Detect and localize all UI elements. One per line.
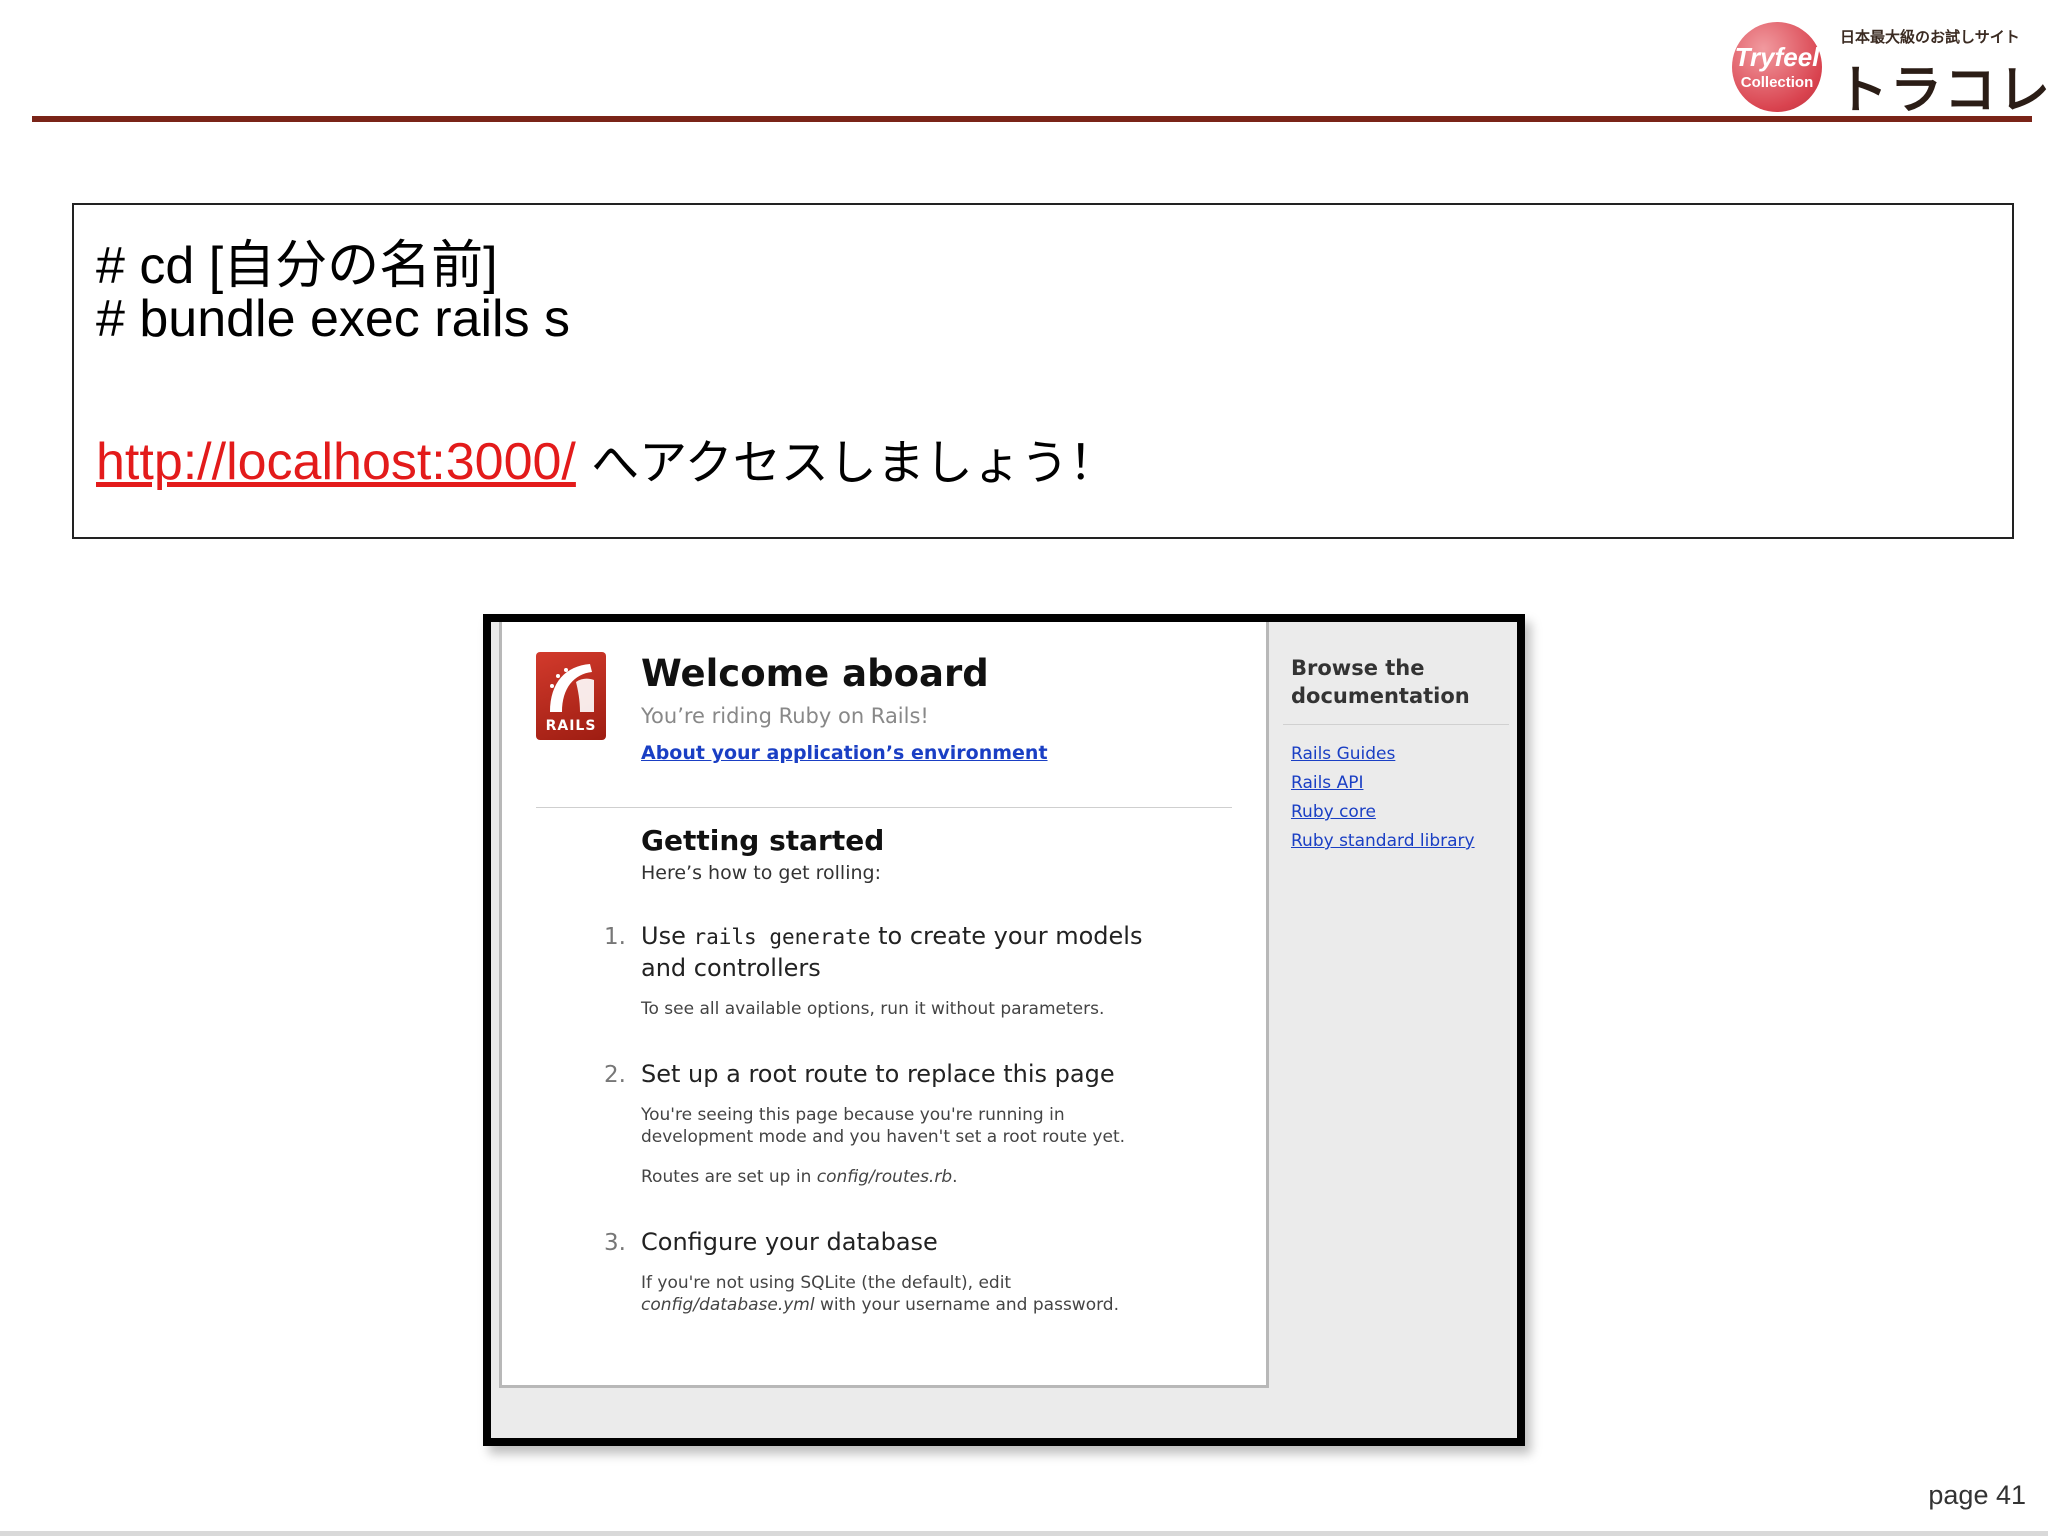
localhost-link[interactable]: http://localhost:3000/ xyxy=(96,433,576,491)
logo-circle: Tryfeel Collection xyxy=(1732,22,1822,112)
sidebar-title: Browse the documentation xyxy=(1291,654,1470,710)
step-1-title-code: rails generate xyxy=(693,925,871,949)
step-1-title-before: Use xyxy=(641,922,694,950)
rails-logo-icon: RAILS xyxy=(536,652,606,740)
page-number: page 41 xyxy=(1928,1480,2026,1510)
rails-welcome-screenshot: RAILS Welcome aboard You’re riding Ruby … xyxy=(483,614,1525,1446)
sidebar-title-line1: Browse the xyxy=(1291,656,1425,680)
rails-guides-link[interactable]: Rails Guides xyxy=(1291,740,1475,769)
ruby-core-link[interactable]: Ruby core xyxy=(1291,798,1475,827)
command-rails-server: # bundle exec rails s xyxy=(96,290,571,348)
step-2-number: 2. xyxy=(604,1062,626,1088)
instruction-box: # cd [自分の名前] # bundle exec rails s http:… xyxy=(72,203,2014,539)
step-2-text-line1: You're seeing this page because you're r… xyxy=(641,1105,1065,1125)
logo-name: トラコレ xyxy=(1836,61,2048,121)
logo-circle-line2: Collection xyxy=(1740,74,1814,91)
logo-circle-line1: Tryfeel xyxy=(1734,42,1820,72)
access-instruction-text: へアクセスしましょう！ xyxy=(575,435,1117,491)
bottom-divider xyxy=(0,1531,2048,1536)
step-3-text-line1: If you're not using SQLite (the default)… xyxy=(641,1273,1012,1293)
tryfeel-collection-logo: Tryfeel Collection 日本最大級のお試しサイト トラコレ xyxy=(1732,22,2048,121)
step-1-text: To see all available options, run it wit… xyxy=(641,999,1105,1019)
browser-viewport: RAILS Welcome aboard You’re riding Ruby … xyxy=(491,622,1517,1438)
command-cd: # cd [自分の名前] xyxy=(96,237,498,295)
logo-tagline: 日本最大級のお試しサイト xyxy=(1840,28,2020,46)
step-1-number: 1. xyxy=(604,924,626,950)
access-line: http://localhost:3000/ へアクセスしましょう！ xyxy=(96,423,1117,493)
ruby-standard-library-link[interactable]: Ruby standard library xyxy=(1291,827,1475,856)
step-2-title: Set up a root route to replace this page xyxy=(641,1060,1115,1088)
rails-api-link[interactable]: Rails API xyxy=(1291,769,1475,798)
header-divider xyxy=(32,116,2032,122)
rails-logo-text: RAILS xyxy=(545,718,597,734)
step-3-title: Configure your database xyxy=(641,1228,938,1256)
getting-started-subtitle: Here’s how to get rolling: xyxy=(641,862,881,884)
welcome-page-card: RAILS Welcome aboard You’re riding Ruby … xyxy=(499,622,1269,1388)
getting-started-title: Getting started xyxy=(641,824,885,857)
sidebar-title-line2: documentation xyxy=(1291,684,1470,708)
welcome-title: Welcome aboard xyxy=(641,652,989,695)
welcome-subtitle: You’re riding Ruby on Rails! xyxy=(641,704,929,728)
step-2-routes-before: Routes are set up in xyxy=(641,1167,817,1187)
step-3-text-line2: config/database.yml with your username a… xyxy=(641,1294,1119,1317)
step-3-text-after: with your username and password. xyxy=(814,1295,1119,1315)
routes-file-name: config/routes.rb xyxy=(816,1167,953,1187)
content-divider xyxy=(536,807,1232,808)
step-1-title-after: to create your models xyxy=(870,922,1143,950)
step-1-title: Use rails generate to create your models xyxy=(641,920,1142,953)
sidebar-divider xyxy=(1283,724,1509,725)
step-2-text-line2: development mode and you haven't set a r… xyxy=(641,1127,1126,1147)
step-2-routes-after: . xyxy=(952,1167,958,1187)
database-file-name: config/database.yml xyxy=(641,1295,815,1315)
documentation-links: Rails Guides Rails API Ruby core Ruby st… xyxy=(1291,740,1475,856)
about-environment-link[interactable]: About your application’s environment xyxy=(641,742,1048,764)
rails-train-icon xyxy=(550,664,594,712)
step-2-routes-text: Routes are set up in config/routes.rb. xyxy=(641,1166,958,1189)
step-3-number: 3. xyxy=(604,1230,626,1256)
step-1-title-line2: and controllers xyxy=(641,954,821,982)
